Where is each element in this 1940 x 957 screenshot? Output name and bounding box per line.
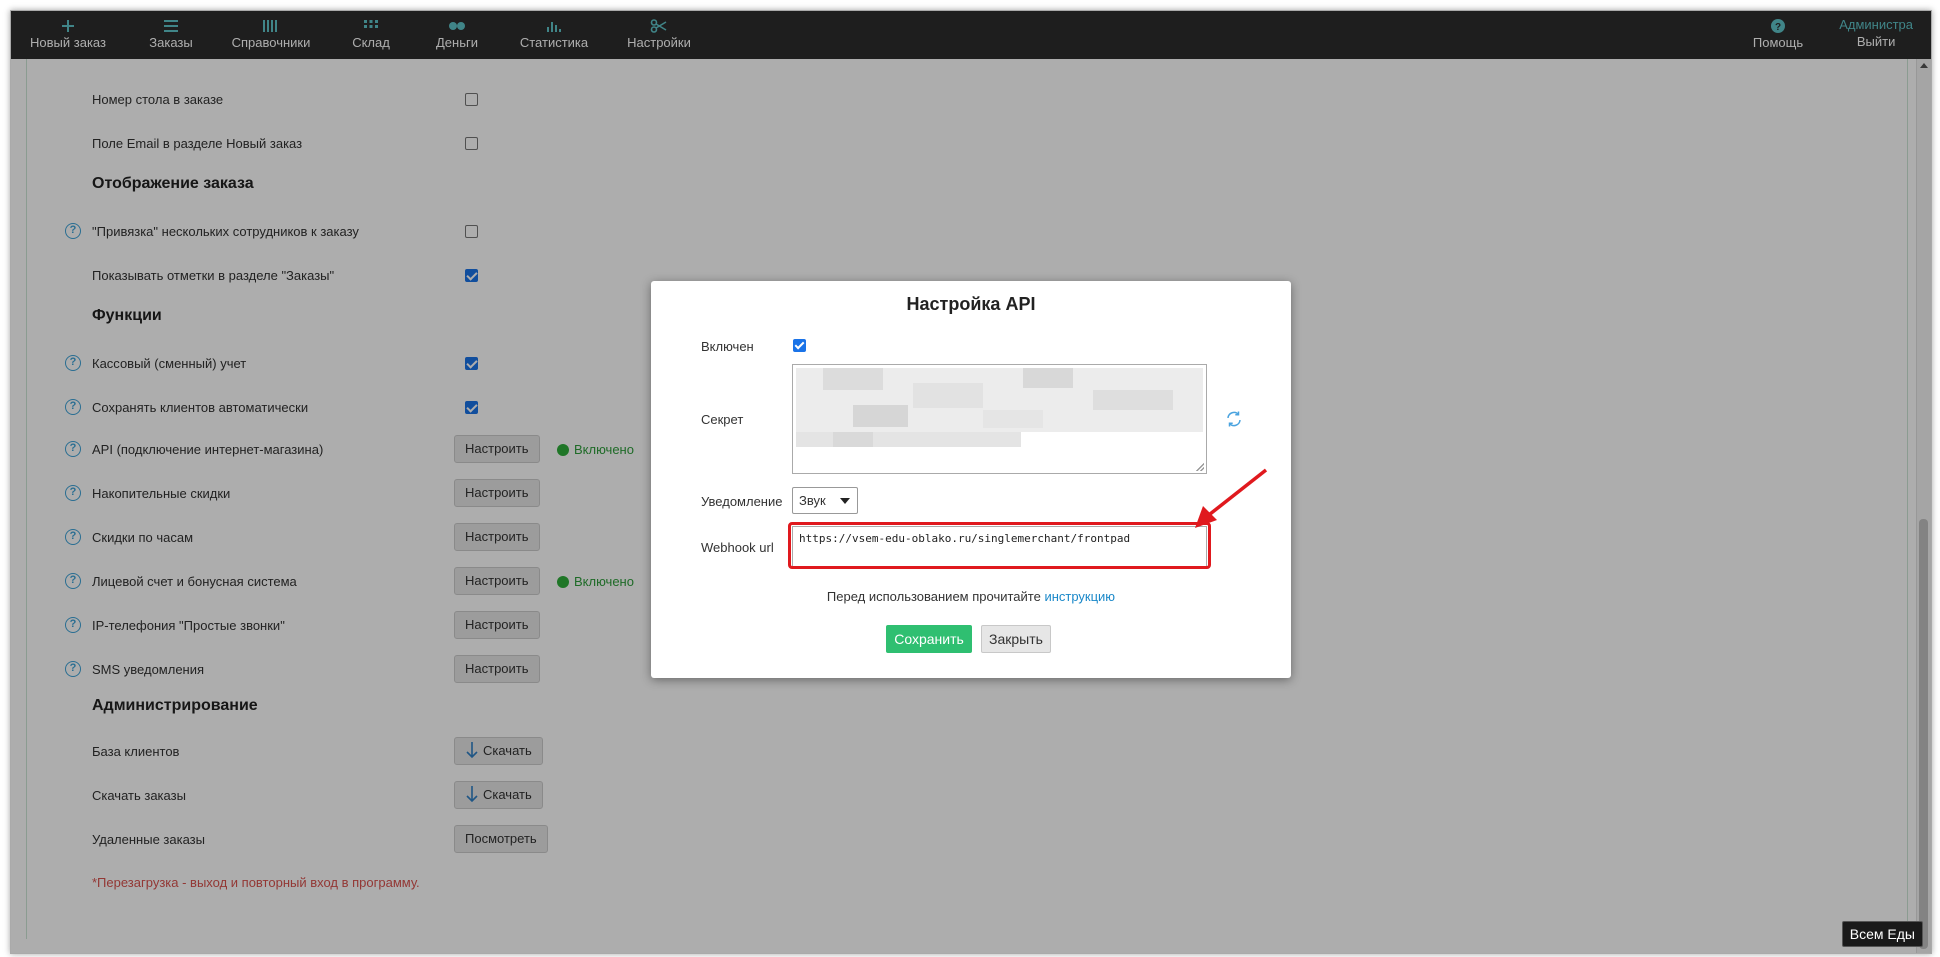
hint-text: Перед использованием прочитайте [826, 589, 1045, 604]
secret-blur-block [1023, 368, 1073, 388]
secret-blur-block [913, 383, 983, 408]
chevron-down-icon [840, 498, 850, 504]
secret-label: Секрет [701, 412, 744, 427]
instruction-hint: Перед использованием прочитайте инструкц… [651, 589, 1291, 604]
enabled-label: Включен [701, 339, 754, 354]
annotation-arrow-icon [1195, 468, 1268, 528]
refresh-icon[interactable] [1225, 410, 1243, 431]
notification-label: Уведомление [701, 494, 783, 509]
webhook-label: Webhook url [701, 540, 774, 555]
webhook-url-field[interactable]: https://vsem-edu-oblako.ru/singlemerchan… [792, 526, 1207, 567]
secret-blur-block [823, 368, 883, 390]
dialog-title: Настройка API [906, 294, 1036, 314]
secret-blur-block [983, 410, 1043, 428]
notification-select[interactable]: Звук [792, 487, 858, 514]
save-button[interactable]: Сохранить [886, 625, 972, 653]
secret-blur-block [1093, 390, 1173, 410]
instruction-link[interactable]: инструкцию [1044, 589, 1115, 604]
brand-badge: Всем Еды [1841, 921, 1923, 947]
secret-textarea[interactable] [792, 364, 1207, 474]
close-button[interactable]: Закрыть [981, 625, 1051, 653]
secret-blur-block [796, 432, 1021, 447]
app-window: Новый заказ Заказы Справочники Склад Ден… [10, 10, 1932, 954]
secret-blur-block [833, 432, 873, 447]
enabled-checkbox[interactable] [793, 339, 806, 352]
secret-blur-block [853, 405, 908, 427]
notification-value: Звук [799, 493, 826, 508]
